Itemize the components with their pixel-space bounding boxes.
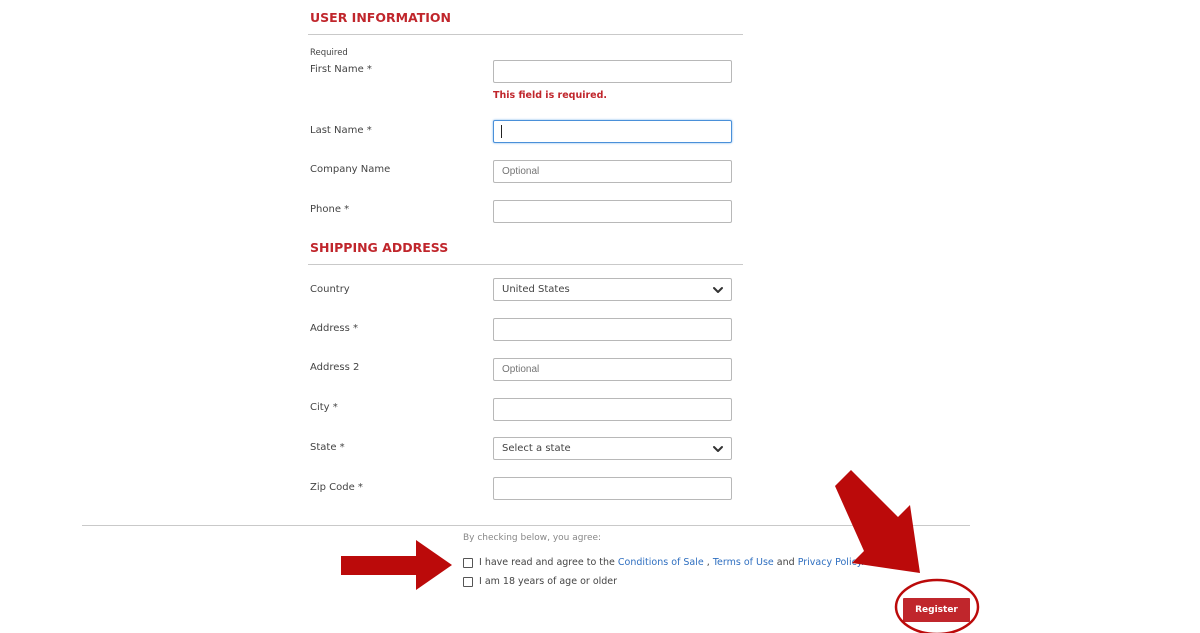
- age-agreement-row: I am 18 years of age or older: [463, 576, 617, 587]
- first-name-label: First Name *: [310, 64, 372, 75]
- country-selected-value: United States: [502, 284, 570, 295]
- privacy-policy-link[interactable]: Privacy Policy.: [798, 557, 864, 568]
- company-name-label: Company Name: [310, 164, 391, 175]
- age-label: I am 18 years of age or older: [479, 576, 618, 587]
- register-button[interactable]: Register: [903, 598, 970, 622]
- state-select[interactable]: Select a state: [493, 437, 732, 460]
- phone-input[interactable]: [493, 200, 732, 223]
- zip-code-input[interactable]: [493, 477, 732, 500]
- chevron-down-icon: [713, 287, 723, 293]
- city-input[interactable]: [493, 398, 732, 421]
- user-information-divider: [308, 34, 743, 35]
- last-name-label: Last Name *: [310, 125, 372, 136]
- state-selected-value: Select a state: [502, 443, 571, 454]
- zip-code-label: Zip Code *: [310, 482, 363, 493]
- registration-page: USER INFORMATION Required First Name * T…: [0, 0, 1200, 633]
- annotation-arrow-right: [341, 540, 452, 590]
- text-caret: [501, 125, 502, 138]
- first-name-error: This field is required.: [493, 90, 608, 101]
- footer-divider: [82, 525, 970, 526]
- terms-prefix-text: I have read and agree to the: [479, 557, 615, 568]
- agreement-intro: By checking below, you agree:: [463, 533, 602, 543]
- terms-checkbox[interactable]: [463, 557, 473, 568]
- terms-agreement-row: I have read and agree to the Conditions …: [463, 557, 864, 568]
- shipping-address-divider: [308, 264, 743, 265]
- city-label: City *: [310, 402, 338, 413]
- shipping-address-heading: SHIPPING ADDRESS: [310, 240, 449, 255]
- country-label: Country: [310, 284, 350, 295]
- last-name-input[interactable]: [493, 120, 732, 143]
- phone-label: Phone *: [310, 204, 350, 215]
- terms-and-text: and: [776, 557, 795, 568]
- terms-of-use-link[interactable]: Terms of Use: [713, 557, 774, 568]
- terms-comma: ,: [706, 557, 710, 568]
- conditions-of-sale-link[interactable]: Conditions of Sale: [618, 557, 704, 568]
- company-name-input[interactable]: [493, 160, 732, 183]
- address-label: Address *: [310, 323, 359, 334]
- age-checkbox[interactable]: [463, 576, 473, 587]
- first-name-input[interactable]: [493, 60, 732, 83]
- user-information-heading: USER INFORMATION: [310, 10, 451, 25]
- address2-input[interactable]: [493, 358, 732, 381]
- address-input[interactable]: [493, 318, 732, 341]
- required-note: Required: [310, 48, 348, 58]
- country-select[interactable]: United States: [493, 278, 732, 301]
- address2-label: Address 2: [310, 362, 360, 373]
- chevron-down-icon: [713, 446, 723, 452]
- state-label: State *: [310, 442, 345, 453]
